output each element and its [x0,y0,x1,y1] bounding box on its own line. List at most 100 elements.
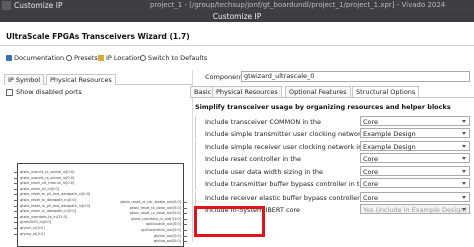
port-pin [14,188,18,190]
port-pin [183,213,187,215]
folder-icon [98,55,104,61]
option-row: Include transmitter buffer bypass contro… [195,178,474,190]
option-row: Include transceiver COMMON in the Core [195,116,474,128]
book-icon [6,55,12,61]
port-pin [14,228,18,229]
port-pin [14,200,18,201]
row-indent-line [195,141,196,153]
presets-label: Presets [74,54,98,62]
output-port-label: gtytxn_out[0:0] [153,233,181,238]
option-label: Include transmitter buffer bypass contro… [205,180,368,188]
output-port-label: gtwiz_reset_tx_done_out[0:0] [129,205,181,210]
ip-symbol-block: gtwiz_userclk_tx_active_in[0:0] gtwiz_use… [14,163,187,247]
input-port-label: gtwiz_reset_all_in[0:0] [20,186,60,191]
output-port-label: qpll0outrefclk_out[0:0] [141,228,181,232]
option-label: Include simple receiver user clocking ne… [205,143,375,151]
input-port-label: gtwiz_userclk_rx_active_in[0:0] [20,175,75,180]
chevron-down-icon [462,182,466,185]
option-dropdown[interactable]: Core [360,153,470,163]
option-dropdown-value: Example Design [363,143,416,151]
port-pin [14,205,18,207]
option-dropdown-value: Core [363,180,379,188]
option-dropdown-value: Core [363,155,379,163]
port-pin [183,218,187,220]
presets-button[interactable]: Presets [66,54,98,62]
right-tab-strip: Basic Physical Resources Optional Featur… [190,86,474,98]
input-port-label: gtyrxn_in[0:0] [20,226,45,230]
tab-ip-symbol[interactable]: IP Symbol [4,74,45,85]
divider [0,45,474,46]
output-port-label: gtwiz_reset_rx_cdr_stable_out[0:0] [120,200,181,204]
highlight-box [194,206,265,237]
option-dropdown-value: Yes (include in Example Design) [363,206,467,214]
option-label: Include simple transmitter user clocking… [205,130,386,138]
input-port-label: gtwiz_userclk_tx_active_in[0:0] [20,170,75,174]
port-pin [14,222,18,224]
show-disabled-label: Show disabled ports [16,88,82,96]
output-port-label: gtytxp_out[0:0] [153,239,181,244]
project-path: project_1 - [/group/techsup/jonf/gt_boar… [150,1,446,9]
input-port-label: gtwiz_userdata_tx_in[31:0] [20,214,68,219]
documentation-label: Documentation [14,54,65,62]
port-pin [14,211,18,213]
port-pin [183,230,187,231]
tab-physical-resources-left[interactable]: Physical Resources [46,74,116,85]
option-dropdown[interactable]: Core [360,166,470,176]
option-label: Include reset controller in the [205,155,301,163]
input-port-label: gtyrxp_in[0:0] [20,231,45,236]
output-port-label: gtwiz_userdata_rx_out[31:0] [131,216,181,221]
tab-physical-resources[interactable]: Physical Resources [212,86,282,97]
left-tab-strip: IP Symbol Physical Resources [4,74,192,85]
show-disabled-checkbox[interactable] [6,88,13,96]
option-dropdown-value: Core [363,118,379,126]
chevron-down-icon [462,145,466,148]
option-row: Include reset controller in the Core [195,153,474,165]
input-port-label: gtwiz_reset_rx_pll_and_datapath_in[0:0] [20,203,91,208]
input-port-label: gtwiz_reset_rx_datapath_in[0:0] [20,209,76,214]
show-disabled-ports[interactable]: Show disabled ports [6,88,82,96]
port-pin [14,177,18,179]
input-port-label: gtwiz_reset_tx_pll_and_datapath_in[0:0] [20,192,91,197]
os-window-title: Customize IP [14,1,63,10]
option-dropdown[interactable]: Core [360,116,470,126]
documentation-button[interactable]: Documentation [6,54,64,62]
tab-optional-features[interactable]: Optional Features [285,86,351,97]
port-pin [183,235,187,237]
chevron-down-icon [462,208,466,211]
option-dropdown[interactable]: Core [360,192,470,202]
option-dropdown-value: Example Design [363,130,416,138]
port-pin [14,233,18,235]
os-title-bar: Customize IP project_1 - [/group/techsup… [0,0,474,11]
option-row: Include user data width sizing in the Cor… [195,166,474,178]
wizard-title: UltraScale FPGAs Transceivers Wizard (1.… [6,32,190,41]
switch-defaults-label: Switch to Defaults [148,54,208,62]
port-pin [14,194,18,196]
port-pin [14,216,18,218]
tab-structural-options[interactable]: Structural Options [352,86,420,97]
option-dropdown[interactable]: Core [360,178,470,188]
option-dropdown[interactable]: Example Design [360,128,470,138]
row-indent-line [195,192,196,204]
input-port-label: gtrefclk00_in[0:0] [20,220,52,225]
chevron-down-icon [462,196,466,199]
row-indent-line [195,128,196,140]
chevron-down-icon [462,170,466,173]
row-indent-line [195,153,196,165]
row-indent-line [195,166,196,178]
option-dropdown-value: Core [363,168,379,176]
port-pin [14,183,18,185]
option-row: Include receiver elastic buffer bypass c… [195,192,474,204]
app-logo-icon [2,1,11,10]
component-name-input[interactable]: gtwizard_ultrascale_0 [241,71,470,82]
port-pin [183,207,187,209]
port-pin [183,202,187,203]
row-indent-line [195,178,196,190]
port-pin [14,172,18,173]
option-row: Include simple transmitter user clocking… [195,128,474,140]
ip-location-button[interactable]: IP Location [98,54,141,62]
input-port-label: gtwiz_reset_tx_datapath_in[0:0] [20,198,76,202]
row-indent-line [195,116,196,128]
output-port-label: qpll0outclk_out[0:0] [145,222,181,227]
option-dropdown[interactable]: Example Design [360,141,470,151]
switch-defaults-button[interactable]: Switch to Defaults [140,54,207,62]
